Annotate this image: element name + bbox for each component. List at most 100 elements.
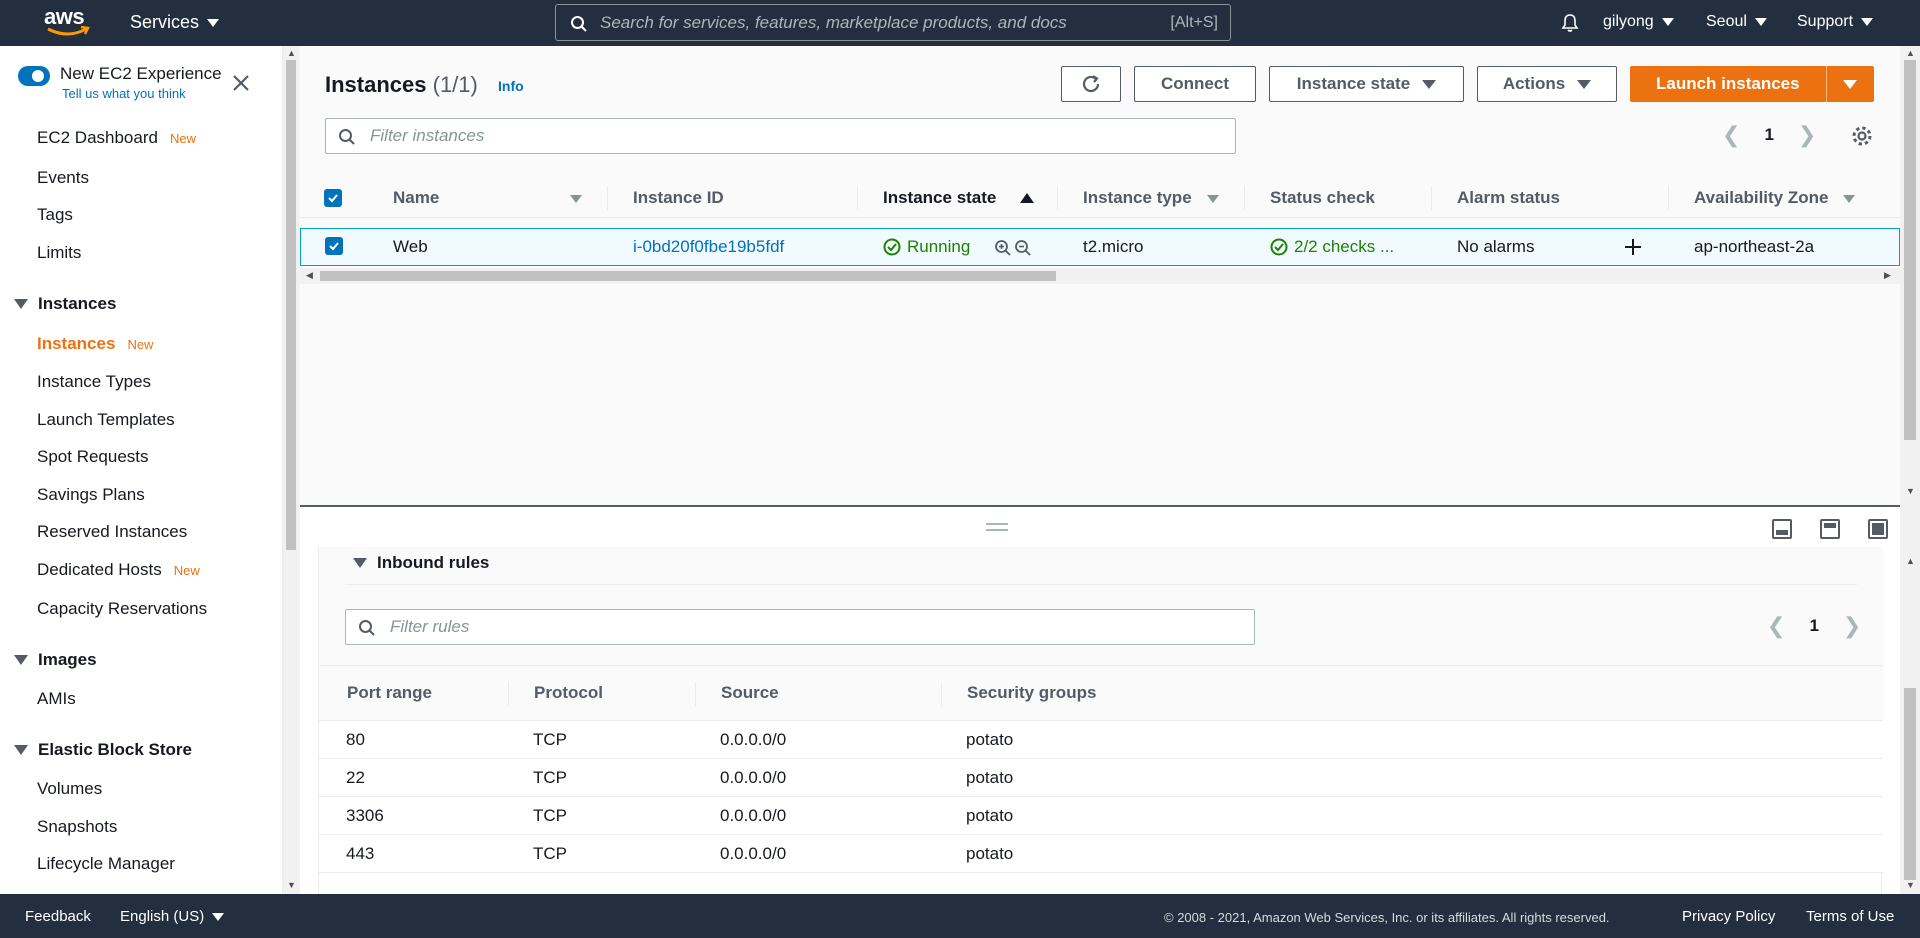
language-selector[interactable]: English (US) bbox=[120, 908, 225, 925]
terms-of-use-link[interactable]: Terms of Use bbox=[1806, 908, 1894, 925]
connect-button[interactable]: Connect bbox=[1134, 66, 1256, 102]
sidebar-item-savings-plans[interactable]: Savings Plans bbox=[37, 485, 145, 505]
instance-id-link[interactable]: i-0bd20f0fbe19b5fdf bbox=[633, 237, 784, 257]
column-header-security-groups[interactable]: Security groups bbox=[967, 683, 1096, 703]
table-row: 3306 TCP 0.0.0.0/0 potato bbox=[319, 797, 1883, 835]
aws-logo[interactable]: aws bbox=[44, 6, 92, 40]
scroll-up-icon[interactable]: ▲ bbox=[287, 48, 296, 58]
refresh-button[interactable] bbox=[1061, 66, 1121, 102]
launch-dropdown-button[interactable] bbox=[1827, 66, 1873, 102]
chevron-right-icon[interactable]: ❯ bbox=[1843, 613, 1861, 639]
feedback-link[interactable]: Tell us what you think bbox=[62, 86, 186, 101]
row-checkbox[interactable] bbox=[325, 237, 343, 255]
panel-full-icon[interactable] bbox=[1868, 519, 1888, 539]
sidebar: New EC2 Experience Tell us what you thin… bbox=[0, 46, 283, 894]
sidebar-item-dedicated-hosts[interactable]: Dedicated Hosts New bbox=[37, 560, 200, 580]
instance-state-button[interactable]: Instance state bbox=[1269, 66, 1464, 102]
chevron-left-icon[interactable]: ❮ bbox=[1722, 122, 1740, 148]
column-header-instance-id[interactable]: Instance ID bbox=[633, 188, 724, 208]
chevron-right-icon[interactable]: ❯ bbox=[1798, 122, 1816, 148]
sidebar-item-reserved-instances[interactable]: Reserved Instances bbox=[37, 522, 187, 542]
page-number[interactable]: 1 bbox=[1809, 616, 1818, 636]
scrollbar-thumb[interactable] bbox=[320, 271, 1056, 281]
panel-side-icon[interactable] bbox=[1820, 519, 1840, 539]
sidebar-item-lifecycle-manager[interactable]: Lifecycle Manager bbox=[37, 854, 175, 874]
sidebar-item-events[interactable]: Events bbox=[37, 168, 89, 188]
protocol: TCP bbox=[533, 730, 567, 749]
scroll-down-icon[interactable]: ▼ bbox=[1906, 486, 1915, 496]
sidebar-item-volumes[interactable]: Volumes bbox=[37, 779, 102, 799]
sidebar-scrollbar[interactable]: ▲ ▼ bbox=[283, 46, 299, 894]
region-menu[interactable]: Seoul bbox=[1706, 13, 1767, 31]
sidebar-section-instances[interactable]: Instances bbox=[14, 294, 116, 314]
sidebar-item-snapshots[interactable]: Snapshots bbox=[37, 817, 117, 837]
column-header-availability-zone[interactable]: Availability Zone bbox=[1694, 188, 1828, 208]
column-header-instance-state[interactable]: Instance state bbox=[883, 188, 996, 208]
column-header-status-check[interactable]: Status check bbox=[1270, 188, 1375, 208]
scroll-down-icon[interactable]: ▼ bbox=[287, 880, 296, 890]
scroll-up-icon[interactable]: ▲ bbox=[1906, 48, 1915, 58]
support-menu[interactable]: Support bbox=[1797, 13, 1874, 31]
services-menu[interactable]: Services bbox=[130, 12, 220, 33]
sidebar-section-ebs[interactable]: Elastic Block Store bbox=[14, 740, 192, 760]
zoom-out-icon[interactable] bbox=[1014, 239, 1032, 257]
page-number[interactable]: 1 bbox=[1764, 125, 1773, 145]
sidebar-item-ec2-dashboard[interactable]: EC2 Dashboard New bbox=[37, 128, 196, 148]
filter-instances-input[interactable]: Filter instances bbox=[325, 118, 1236, 154]
sidebar-item-limits[interactable]: Limits bbox=[37, 243, 81, 263]
instances-panel: Instances (1/1) Info Connect Instance st… bbox=[300, 46, 1900, 506]
scroll-left-icon[interactable]: ◀ bbox=[306, 270, 313, 281]
column-header-instance-type[interactable]: Instance type bbox=[1083, 188, 1192, 208]
main-scrollbar[interactable]: ▲ ▼ ▲ ▼ bbox=[1900, 46, 1920, 894]
sidebar-section-images[interactable]: Images bbox=[14, 650, 97, 670]
filter-rules-input[interactable]: Filter rules bbox=[345, 609, 1255, 645]
chevron-left-icon[interactable]: ❮ bbox=[1767, 613, 1785, 639]
sidebar-item-launch-templates[interactable]: Launch Templates bbox=[37, 410, 175, 430]
sidebar-item-instances[interactable]: Instances New bbox=[37, 334, 153, 354]
table-row[interactable]: Web i-0bd20f0fbe19b5fdf Running t2.micro… bbox=[300, 228, 1900, 266]
launch-instances-button[interactable]: Launch instances bbox=[1630, 66, 1874, 102]
column-header-source[interactable]: Source bbox=[721, 683, 779, 703]
inbound-rules-header[interactable]: Inbound rules bbox=[319, 547, 1883, 591]
scrollbar-thumb[interactable] bbox=[286, 60, 296, 550]
scrollbar-thumb[interactable] bbox=[1904, 688, 1916, 880]
sidebar-item-capacity-reservations[interactable]: Capacity Reservations bbox=[37, 599, 207, 619]
notifications-button[interactable] bbox=[1560, 13, 1580, 33]
column-separator bbox=[1057, 186, 1058, 210]
sidebar-item-amis[interactable]: AMIs bbox=[37, 689, 76, 709]
column-header-alarm-status[interactable]: Alarm status bbox=[1457, 188, 1560, 208]
scroll-up-icon[interactable]: ▲ bbox=[1906, 556, 1915, 566]
sort-icon[interactable] bbox=[1843, 195, 1855, 203]
instance-name[interactable]: Web bbox=[393, 237, 428, 257]
panel-bottom-icon[interactable] bbox=[1772, 519, 1792, 539]
gear-icon[interactable] bbox=[1850, 124, 1874, 148]
sidebar-item-instance-types[interactable]: Instance Types bbox=[37, 372, 151, 392]
select-all-checkbox[interactable] bbox=[324, 189, 342, 207]
feedback-link[interactable]: Feedback bbox=[25, 908, 91, 925]
plus-icon[interactable] bbox=[1623, 237, 1643, 257]
column-separator bbox=[1431, 186, 1432, 210]
sort-ascending-icon[interactable] bbox=[1020, 193, 1034, 203]
status-check[interactable]: 2/2 checks ... bbox=[1270, 237, 1394, 257]
column-separator bbox=[508, 682, 509, 706]
sidebar-item-spot-requests[interactable]: Spot Requests bbox=[37, 447, 149, 467]
scroll-right-icon[interactable]: ▶ bbox=[1884, 270, 1891, 281]
column-header-protocol[interactable]: Protocol bbox=[534, 683, 603, 703]
drag-handle-icon[interactable] bbox=[986, 523, 1008, 531]
column-header-port-range[interactable]: Port range bbox=[347, 683, 432, 703]
privacy-policy-link[interactable]: Privacy Policy bbox=[1682, 908, 1775, 925]
global-search-input[interactable]: Search for services, features, marketpla… bbox=[555, 4, 1231, 41]
info-link[interactable]: Info bbox=[498, 78, 524, 94]
zoom-in-icon[interactable] bbox=[994, 239, 1012, 257]
close-icon[interactable] bbox=[230, 72, 252, 94]
sort-icon[interactable] bbox=[1207, 195, 1219, 203]
actions-button[interactable]: Actions bbox=[1477, 66, 1617, 102]
table-horizontal-scrollbar[interactable]: ◀ ▶ bbox=[300, 268, 1900, 284]
user-menu[interactable]: gilyong bbox=[1603, 13, 1674, 31]
scroll-down-icon[interactable]: ▼ bbox=[1906, 880, 1915, 890]
scrollbar-thumb[interactable] bbox=[1904, 60, 1916, 440]
sidebar-item-tags[interactable]: Tags bbox=[37, 205, 73, 225]
new-experience-toggle[interactable] bbox=[18, 66, 50, 86]
column-header-name[interactable]: Name bbox=[393, 188, 439, 208]
sort-icon[interactable] bbox=[570, 195, 582, 203]
